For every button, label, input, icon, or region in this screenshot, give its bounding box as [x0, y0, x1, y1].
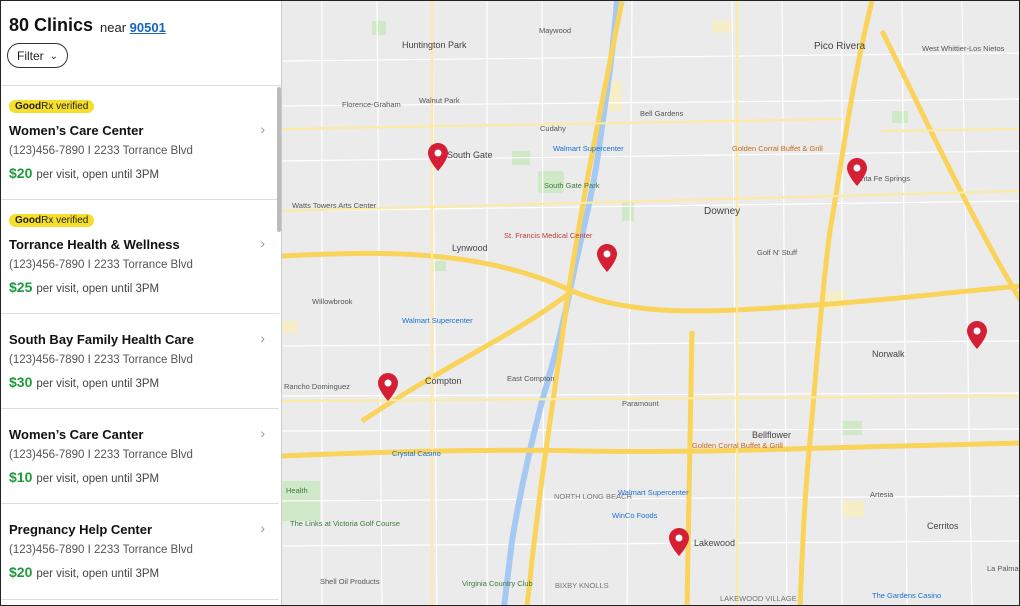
svg-text:The Links at Victoria Golf Cou: The Links at Victoria Golf Course	[290, 519, 400, 528]
clinic-phone-address: (123)456-7890 I 2233 Torrance Blvd	[9, 449, 193, 461]
svg-text:Cudahy: Cudahy	[540, 124, 566, 133]
map-view[interactable]: Huntington Park Maywood Pico Rivera West…	[282, 1, 1020, 605]
svg-text:La Palma: La Palma	[987, 564, 1020, 573]
svg-text:Health: Health	[286, 486, 308, 495]
svg-text:Huntington Park: Huntington Park	[402, 40, 467, 50]
clinic-price-line: $30 per visit, open until 3PM	[9, 374, 159, 390]
goodrx-verified-badge: GoodRx verified	[9, 214, 95, 227]
results-header: 80 Clinics near 90501 Filter ⌄	[1, 1, 281, 86]
clinic-price-line: $25 per visit, open until 3PM	[9, 279, 159, 295]
goodrx-verified-badge: GoodRx verified	[9, 100, 95, 113]
clinic-list-item[interactable]: GoodRx verified Women’s Care Center (123…	[1, 86, 279, 200]
chevron-right-icon: ›	[260, 121, 265, 137]
svg-text:Golf N' Stuff: Golf N' Stuff	[757, 248, 798, 257]
chevron-down-icon: ⌄	[49, 51, 58, 62]
svg-text:Shell Oil Products: Shell Oil Products	[320, 577, 380, 586]
svg-text:Golden Corral Buffet & Grill: Golden Corral Buffet & Grill	[692, 441, 783, 450]
svg-text:Rancho Dominguez: Rancho Dominguez	[284, 382, 350, 391]
clinic-name: Pregnancy Help Center	[9, 522, 153, 537]
clinic-price-line: $10 per visit, open until 3PM	[9, 469, 159, 485]
clinic-name: Torrance Health & Wellness	[9, 237, 180, 252]
svg-text:West Whittier-Los Nietos: West Whittier-Los Nietos	[922, 44, 1005, 53]
map-canvas: Huntington Park Maywood Pico Rivera West…	[282, 1, 1020, 605]
svg-text:Bell Gardens: Bell Gardens	[640, 109, 684, 118]
near-label: near	[100, 20, 127, 35]
map-pin-icon[interactable]	[597, 244, 617, 272]
svg-text:Lakewood: Lakewood	[694, 538, 735, 548]
clinic-phone-address: (123)456-7890 I 2233 Torrance Blvd	[9, 259, 193, 271]
clinic-price: $20	[9, 165, 33, 181]
clinic-price: $25	[9, 279, 33, 295]
clinic-phone-address: (123)456-7890 I 2233 Torrance Blvd	[9, 354, 193, 366]
location-line: near 90501	[100, 20, 166, 35]
clinic-sidebar: 80 Clinics near 90501 Filter ⌄ GoodRx ve…	[1, 1, 282, 605]
svg-text:St. Francis Medical Center: St. Francis Medical Center	[504, 231, 593, 240]
clinic-name: Women’s Care Canter	[9, 427, 144, 442]
svg-text:LAKEWOOD VILLAGE: LAKEWOOD VILLAGE	[720, 594, 797, 603]
svg-text:BIXBY KNOLLS: BIXBY KNOLLS	[555, 581, 609, 590]
clinic-name: South Bay Family Health Care	[9, 332, 194, 347]
list-scrollbar[interactable]	[277, 87, 281, 232]
clinic-price-note: per visit, open until 3PM	[36, 283, 160, 295]
clinic-price-line: $20 per visit, open until 3PM	[9, 165, 159, 181]
svg-text:Downey: Downey	[704, 206, 740, 217]
clinic-list-item[interactable]: South Bay Family Health Care (123)456-78…	[1, 314, 279, 409]
svg-text:Walmart Supercenter: Walmart Supercenter	[402, 316, 473, 325]
chevron-right-icon: ›	[260, 330, 265, 346]
svg-text:South Gate: South Gate	[447, 150, 493, 160]
svg-text:Walmart Supercenter: Walmart Supercenter	[553, 144, 624, 153]
clinic-price: $10	[9, 469, 33, 485]
clinic-price: $20	[9, 564, 33, 580]
svg-text:Bellflower: Bellflower	[752, 430, 791, 440]
clinic-name: Women’s Care Center	[9, 123, 144, 138]
clinic-price-note: per visit, open until 3PM	[36, 473, 160, 485]
svg-text:South Gate Park: South Gate Park	[544, 181, 600, 190]
app-frame: 80 Clinics near 90501 Filter ⌄ GoodRx ve…	[0, 0, 1020, 606]
svg-text:Pico Rivera: Pico Rivera	[814, 41, 866, 52]
chevron-right-icon: ›	[260, 425, 265, 441]
svg-text:Walnut Park: Walnut Park	[419, 96, 460, 105]
map-pin-icon[interactable]	[847, 158, 867, 186]
svg-text:Lynwood: Lynwood	[452, 243, 488, 253]
svg-text:Watts Towers Arts Center: Watts Towers Arts Center	[292, 201, 377, 210]
chevron-right-icon: ›	[260, 520, 265, 536]
clinic-list: GoodRx verified Women’s Care Center (123…	[1, 86, 279, 600]
svg-text:Maywood: Maywood	[539, 26, 571, 35]
filter-label: Filter	[17, 49, 44, 63]
clinic-price-note: per visit, open until 3PM	[36, 568, 160, 580]
map-pin-icon[interactable]	[967, 321, 987, 349]
svg-text:Norwalk: Norwalk	[872, 349, 905, 359]
map-pin-icon[interactable]	[428, 143, 448, 171]
svg-text:Crystal Casino: Crystal Casino	[392, 449, 441, 458]
clinic-list-item[interactable]: Pregnancy Help Center (123)456-7890 I 22…	[1, 504, 279, 600]
chevron-right-icon: ›	[260, 235, 265, 251]
svg-text:Paramount: Paramount	[622, 399, 660, 408]
clinic-price-note: per visit, open until 3PM	[36, 169, 160, 181]
zip-link[interactable]: 90501	[130, 20, 166, 35]
clinic-price: $30	[9, 374, 33, 390]
filter-button[interactable]: Filter ⌄	[7, 43, 68, 68]
map-pin-icon[interactable]	[378, 373, 398, 401]
results-count-title: 80 Clinics	[9, 15, 94, 35]
clinic-phone-address: (123)456-7890 I 2233 Torrance Blvd	[9, 544, 193, 556]
svg-text:Golden Corral Buffet & Grill: Golden Corral Buffet & Grill	[732, 144, 823, 153]
svg-text:Florence-Graham: Florence-Graham	[342, 100, 401, 109]
svg-text:Walmart Supercenter: Walmart Supercenter	[618, 488, 689, 497]
svg-text:WinCo Foods: WinCo Foods	[612, 511, 658, 520]
clinic-list-item[interactable]: GoodRx verified Torrance Health & Wellne…	[1, 200, 279, 314]
svg-text:Cerritos: Cerritos	[927, 521, 959, 531]
clinic-list-item[interactable]: Women’s Care Canter (123)456-7890 I 2233…	[1, 409, 279, 504]
svg-text:Artesia: Artesia	[870, 490, 894, 499]
map-pin-icon[interactable]	[669, 528, 689, 556]
clinic-price-line: $20 per visit, open until 3PM	[9, 564, 159, 580]
clinic-price-note: per visit, open until 3PM	[36, 378, 160, 390]
svg-text:Compton: Compton	[425, 376, 462, 386]
svg-text:Virginia Country Club: Virginia Country Club	[462, 579, 533, 588]
svg-text:Willowbrook: Willowbrook	[312, 297, 353, 306]
clinic-phone-address: (123)456-7890 I 2233 Torrance Blvd	[9, 145, 193, 157]
svg-text:East Compton: East Compton	[507, 374, 555, 383]
svg-text:The Gardens Casino: The Gardens Casino	[872, 591, 941, 600]
